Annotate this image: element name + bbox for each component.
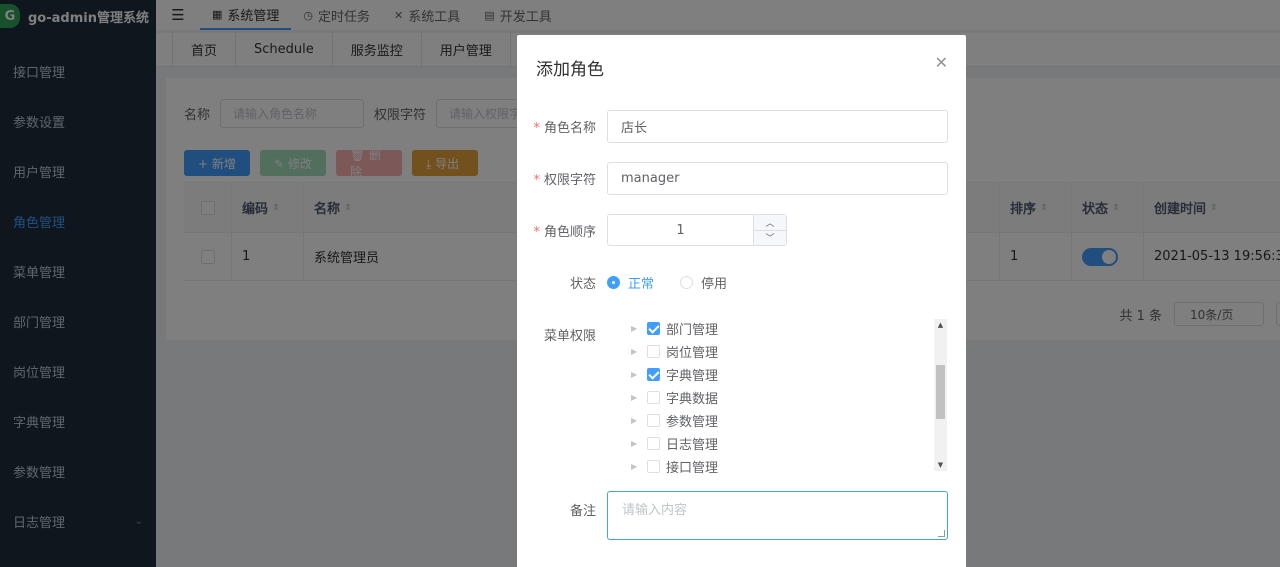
status-radio-disabled[interactable]: 停用 xyxy=(680,273,727,292)
radio-dot xyxy=(680,276,694,289)
scroll-thumb[interactable] xyxy=(936,365,945,419)
tree-label: 参数管理 xyxy=(666,415,719,430)
required-mark: * xyxy=(533,121,540,136)
dialog-title: 添加角色 xyxy=(536,60,604,80)
radio-label: 正常 xyxy=(628,277,655,292)
menu-tree: ▶ 部门管理 ▶ 岗位管理 ▶ 字典管理 ▶ 字典数据 ▶ 参数管理 ▶ 日志管理 ▶ 接口管… xyxy=(607,317,948,473)
tree-node-log[interactable]: ▶ 日志管理 xyxy=(607,432,948,455)
caret-right-icon[interactable]: ▶ xyxy=(631,370,641,379)
tree-node-dict[interactable]: ▶ 字典管理 xyxy=(607,363,948,386)
tree-node-api[interactable]: ▶ 接口管理 xyxy=(607,455,948,473)
tree-label: 接口管理 xyxy=(666,461,719,473)
tree-checkbox[interactable] xyxy=(647,460,660,473)
tree-checkbox[interactable] xyxy=(647,391,660,404)
role-key-label: * 权限字符 xyxy=(517,169,607,188)
required-mark: * xyxy=(533,224,540,240)
tree-node-dict-data[interactable]: ▶ 字典数据 xyxy=(607,386,948,409)
required-mark: * xyxy=(533,173,540,188)
status-label: 状态 xyxy=(569,277,596,292)
role-order-row: * 角色顺序 1 ︿ ﹀ xyxy=(517,214,966,246)
tree-node-post[interactable]: ▶ 岗位管理 xyxy=(607,340,948,363)
tree-scrollbar[interactable]: ▲ ▼ xyxy=(934,319,947,471)
label-text: 角色名称 xyxy=(543,121,596,136)
add-role-dialog: 添加角色 ✕ * 角色名称 店长 * 权限字符 manager * 角色顺序 1 ︿ … xyxy=(517,35,966,567)
tree-checkbox[interactable] xyxy=(647,345,660,358)
status-row: 状态 正常 停用 xyxy=(517,273,966,292)
caret-right-icon[interactable]: ▶ xyxy=(631,393,641,402)
status-radio-normal[interactable]: 正常 xyxy=(607,273,654,292)
tree-checkbox[interactable] xyxy=(647,414,660,427)
decrement-button[interactable]: ﹀ xyxy=(754,230,786,245)
remark-row: 备注 请输入内容 xyxy=(517,491,966,540)
scroll-up-icon[interactable]: ▲ xyxy=(934,319,947,331)
caret-right-icon[interactable]: ▶ xyxy=(631,462,641,471)
role-name-input[interactable]: 店长 xyxy=(607,110,948,143)
role-order-stepper[interactable]: 1 ︿ ﹀ xyxy=(607,214,787,246)
caret-right-icon[interactable]: ▶ xyxy=(631,416,641,425)
tree-checkbox[interactable] xyxy=(647,322,660,335)
increment-button[interactable]: ︿ xyxy=(754,215,786,231)
role-key-input[interactable]: manager xyxy=(607,162,948,195)
tree-checkbox[interactable] xyxy=(647,368,660,381)
caret-right-icon[interactable]: ▶ xyxy=(631,439,641,448)
role-name-row: * 角色名称 店长 xyxy=(517,110,966,143)
scroll-down-icon[interactable]: ▼ xyxy=(934,459,947,471)
label-text: 权限字符 xyxy=(543,173,596,188)
caret-right-icon[interactable]: ▶ xyxy=(631,324,641,333)
tree-label: 日志管理 xyxy=(666,438,719,453)
tree-checkbox[interactable] xyxy=(647,437,660,450)
menu-perm-label: 菜单权限 xyxy=(543,329,596,344)
role-key-row: * 权限字符 manager xyxy=(517,162,966,195)
caret-right-icon[interactable]: ▶ xyxy=(631,347,641,356)
close-icon[interactable]: ✕ xyxy=(935,53,948,72)
remark-label: 备注 xyxy=(569,504,596,519)
label-text: 角色顺序 xyxy=(543,224,596,240)
tree-node-dept[interactable]: ▶ 部门管理 xyxy=(607,317,948,340)
role-order-label: * 角色顺序 xyxy=(517,221,607,240)
tree-label: 部门管理 xyxy=(666,323,719,338)
radio-dot xyxy=(607,276,620,289)
radio-label: 停用 xyxy=(701,277,728,292)
role-name-label: * 角色名称 xyxy=(517,117,607,136)
tree-label: 字典数据 xyxy=(666,392,719,407)
tree-label: 岗位管理 xyxy=(666,346,719,361)
stepper-buttons: ︿ ﹀ xyxy=(753,215,786,245)
tree-label: 字典管理 xyxy=(666,369,719,384)
remark-textarea[interactable]: 请输入内容 xyxy=(607,491,948,540)
stepper-value[interactable]: 1 xyxy=(608,215,753,245)
tree-node-config[interactable]: ▶ 参数管理 xyxy=(607,409,948,432)
